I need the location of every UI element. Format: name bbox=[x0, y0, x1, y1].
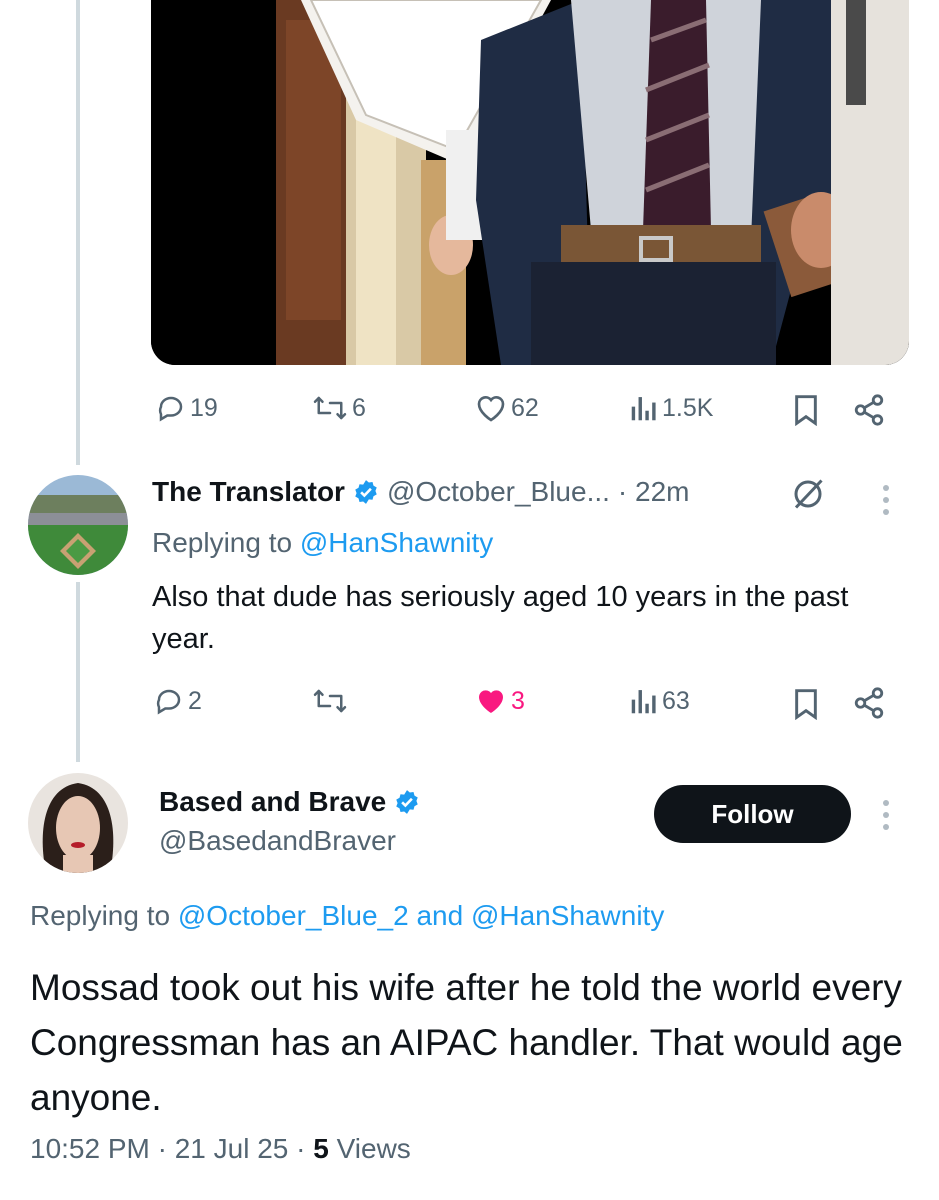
like-action[interactable]: 3 bbox=[475, 686, 525, 716]
timestamp[interactable]: · 22m bbox=[618, 476, 690, 508]
display-name[interactable]: The Translator bbox=[152, 476, 345, 508]
reply1-header: The Translator @October_Blue... · 22m bbox=[152, 476, 690, 508]
avatar[interactable] bbox=[28, 773, 128, 873]
reply-action[interactable]: 19 bbox=[156, 393, 218, 423]
reply-count: 19 bbox=[190, 393, 218, 422]
bookmark-icon[interactable] bbox=[792, 688, 820, 720]
replying-to-link[interactable]: @October_Blue_2 bbox=[178, 900, 409, 931]
woman-portrait-avatar bbox=[28, 773, 128, 873]
views-count: 1.5K bbox=[662, 393, 714, 422]
views-count: 63 bbox=[662, 686, 690, 715]
retweet-icon bbox=[313, 689, 347, 713]
retweet-icon bbox=[313, 396, 347, 420]
reply-icon bbox=[158, 396, 183, 422]
replying-to-link[interactable]: @HanShawnity bbox=[471, 900, 664, 931]
retweet-count: 6 bbox=[352, 393, 366, 422]
display-name[interactable]: Based and Brave bbox=[159, 786, 386, 818]
like-count: 62 bbox=[511, 393, 539, 422]
retweet-action[interactable] bbox=[312, 686, 352, 716]
views-count: 5 bbox=[313, 1133, 329, 1164]
replying-to-link[interactable]: @HanShawnity bbox=[300, 527, 493, 558]
like-action[interactable]: 62 bbox=[475, 393, 539, 423]
verified-badge-icon bbox=[396, 790, 418, 814]
timestamp[interactable]: 10:52 PM · 21 Jul 25 · bbox=[30, 1133, 305, 1164]
baseball-field-avatar bbox=[28, 475, 128, 575]
follow-button[interactable]: Follow bbox=[654, 785, 851, 843]
reply-action[interactable]: 2 bbox=[154, 686, 202, 716]
avatar[interactable] bbox=[28, 475, 128, 575]
handle[interactable]: @BasedandBraver bbox=[159, 825, 396, 857]
thread-line-middle bbox=[76, 582, 80, 762]
heart-filled-icon bbox=[479, 690, 503, 713]
retweet-action[interactable]: 6 bbox=[312, 393, 366, 423]
photo-illustration bbox=[151, 0, 909, 365]
handle[interactable]: @October_Blue... bbox=[387, 476, 610, 508]
views-action[interactable]: 63 bbox=[630, 686, 690, 716]
share-icon[interactable] bbox=[852, 393, 886, 427]
tweet-meta: 10:52 PM · 21 Jul 25 · 5 Views bbox=[30, 1133, 411, 1165]
heart-icon bbox=[477, 396, 505, 422]
like-count: 3 bbox=[511, 686, 525, 715]
more-options-icon[interactable] bbox=[883, 485, 889, 515]
replying-to: Replying to @October_Blue_2 and @HanShaw… bbox=[30, 900, 665, 931]
bookmark-icon[interactable] bbox=[792, 394, 820, 426]
views-action[interactable]: 1.5K bbox=[630, 393, 713, 423]
reply1-text: Also that dude has seriously aged 10 yea… bbox=[152, 581, 849, 655]
tweet-media-image[interactable] bbox=[151, 0, 909, 365]
reply2-name-row: Based and Brave bbox=[159, 786, 420, 818]
views-icon bbox=[631, 397, 656, 421]
views-icon bbox=[631, 690, 656, 714]
reply-count: 2 bbox=[188, 686, 202, 715]
tweet-text: Mossad took out his wife after he told t… bbox=[30, 967, 903, 1118]
reply-icon bbox=[156, 689, 181, 715]
grok-icon[interactable] bbox=[790, 476, 826, 512]
more-options-icon[interactable] bbox=[883, 800, 889, 830]
replying-to: Replying to @HanShawnity bbox=[152, 527, 494, 558]
share-icon[interactable] bbox=[852, 686, 886, 720]
thread-line-top bbox=[76, 0, 80, 465]
verified-badge-icon bbox=[355, 480, 377, 504]
views-label: Views bbox=[336, 1133, 411, 1164]
